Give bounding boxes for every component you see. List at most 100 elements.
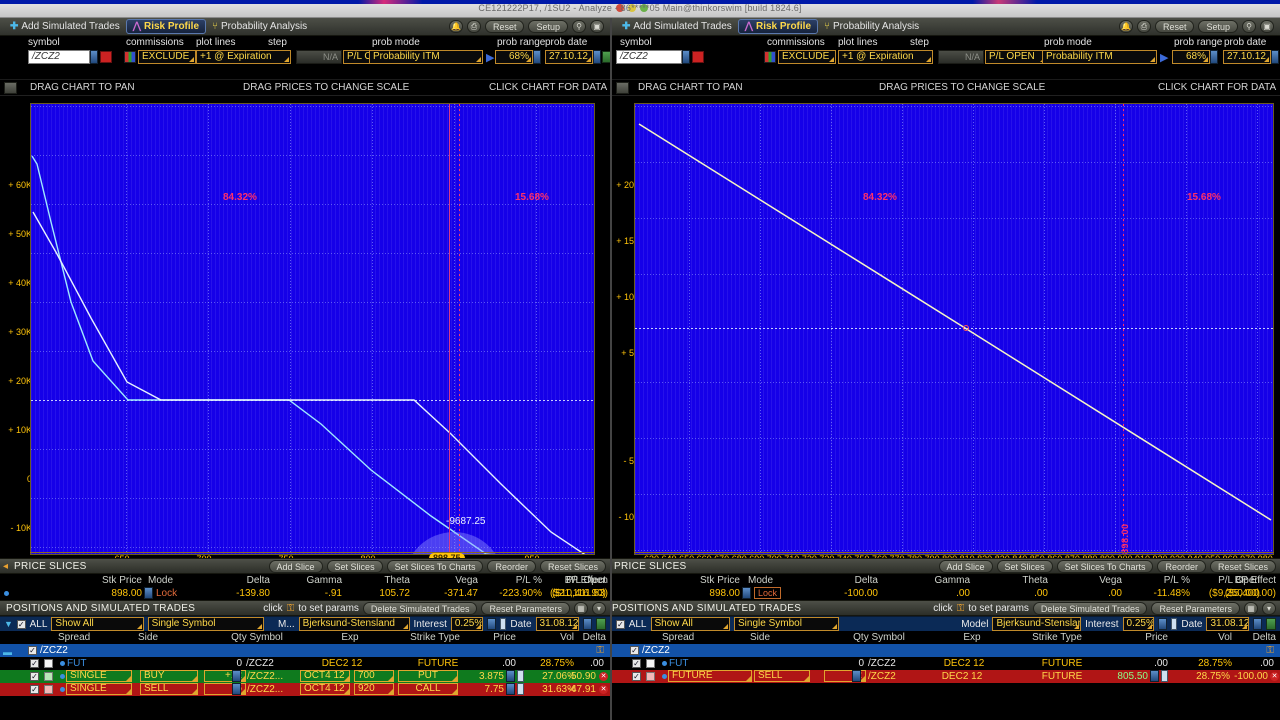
delete-simulated-trades-button[interactable]: Delete Simulated Trades: [1032, 601, 1148, 615]
stk-price-stepper[interactable]: [144, 587, 153, 599]
cell-mode[interactable]: Lock: [156, 588, 177, 599]
commissions-combo[interactable]: EXCLUDE: [778, 50, 836, 64]
row-checkbox[interactable]: ✓: [632, 672, 641, 681]
chart-settings-icon[interactable]: [4, 82, 17, 94]
setup-button[interactable]: Setup: [1198, 20, 1238, 33]
left-group-row[interactable]: ▬ ✓ /ZCZ2 ⚿: [0, 644, 610, 657]
prob-date-field[interactable]: 27.10.12: [1223, 50, 1271, 64]
left-risk-profile-chart[interactable]: + 60K + 50K + 40K + 30K + 20K + 10K 0 - …: [0, 96, 610, 619]
cell-exp[interactable]: OCT4 12: [300, 683, 350, 695]
price-cursor-line[interactable]: [449, 104, 450, 554]
bell-icon[interactable]: 🔔: [448, 20, 463, 33]
cell-price[interactable]: 7.75: [456, 684, 504, 695]
qty-stepper[interactable]: [232, 683, 241, 695]
chevron-right-icon[interactable]: ▶: [486, 51, 494, 64]
lock-icon[interactable]: [1170, 618, 1178, 630]
window-icon[interactable]: ▣: [590, 20, 604, 33]
cell-side[interactable]: BUY: [140, 670, 198, 682]
row-color-swatch[interactable]: [44, 659, 53, 668]
reorder-button[interactable]: Reorder: [487, 559, 536, 573]
chart-icon[interactable]: ▦: [1244, 601, 1258, 615]
reset-slices-button[interactable]: Reset Slices: [1209, 559, 1276, 573]
chart-icon[interactable]: ▦: [574, 601, 588, 615]
price-stepper[interactable]: [506, 683, 515, 695]
qty-stepper[interactable]: [232, 670, 241, 682]
symbol-input[interactable]: /ZCZ2: [28, 50, 90, 64]
menu-icon[interactable]: ▾: [592, 601, 606, 615]
date-stepper[interactable]: [1253, 618, 1262, 630]
model-combo[interactable]: Bjerksund-Stensland: [992, 617, 1082, 631]
prob-range-stepper[interactable]: [1210, 50, 1218, 64]
symbol-color-swatch[interactable]: [692, 51, 704, 63]
lock-icon[interactable]: [517, 670, 524, 682]
prob-range-field[interactable]: 68%: [1172, 50, 1210, 64]
price-stepper[interactable]: [1150, 670, 1159, 682]
row-checkbox[interactable]: ✓: [30, 685, 39, 694]
group-checkbox[interactable]: ✓: [630, 646, 639, 655]
tab-add-simulated-trades[interactable]: ✚ Add Simulated Trades: [4, 19, 126, 34]
window-icon[interactable]: ▣: [1260, 20, 1274, 33]
cell-price[interactable]: 3.875: [456, 671, 504, 682]
cell-stk-price[interactable]: 898.00: [82, 588, 142, 599]
left-plot-area[interactable]: 84.32% 15.68% -9687.25 898.00 31.08.12 -…: [30, 103, 595, 555]
delete-simulated-trades-button[interactable]: Delete Simulated Trades: [362, 601, 478, 615]
table-row[interactable]: ✓ SINGLE SELL -6 /ZCZ2... OCT4 12 920 CA…: [0, 683, 610, 696]
price-stepper[interactable]: [506, 670, 515, 682]
print-icon[interactable]: ⎙: [466, 20, 481, 33]
add-slice-button[interactable]: Add Slice: [268, 559, 323, 573]
reset-parameters-button[interactable]: Reset Parameters: [481, 601, 570, 615]
left-slice-data-row[interactable]: 898.00 Lock -139.80 -.91 105.72 -371.47 …: [0, 587, 610, 600]
prob-date-stepper[interactable]: [1271, 50, 1279, 64]
print-icon[interactable]: ⎙: [1136, 20, 1151, 33]
chevron-right-icon[interactable]: ▶: [1160, 51, 1168, 64]
row-color-swatch[interactable]: [44, 672, 53, 681]
set-slices-button[interactable]: Set Slices: [326, 559, 383, 573]
cell-spread[interactable]: FUTURE: [668, 670, 752, 682]
table-row[interactable]: ✓ FUT 0 /ZCZ2 DEC2 12 FUTURE .00 28.75% …: [0, 657, 610, 670]
cell-strike[interactable]: 700: [354, 670, 394, 682]
interest-field[interactable]: 0.25%: [450, 617, 484, 631]
plot-lines-combo[interactable]: +1 @ Expiration: [838, 50, 933, 64]
reset-slices-button[interactable]: Reset Slices: [539, 559, 606, 573]
set-slices-to-charts-button[interactable]: Set Slices To Charts: [1056, 559, 1154, 573]
date-field[interactable]: 31.08.12: [535, 617, 580, 631]
qty-stepper[interactable]: [852, 670, 861, 682]
row-color-swatch[interactable]: [44, 685, 53, 694]
show-all-combo[interactable]: Show All: [650, 617, 731, 631]
row-checkbox[interactable]: ✓: [30, 672, 39, 681]
right-risk-profile-chart[interactable]: + 20K + 15K + 10K + 5K 0 - 5K - 10K - 15…: [612, 96, 1280, 619]
symbol-color-swatch[interactable]: [100, 51, 112, 63]
prob-range-stepper[interactable]: [533, 50, 541, 64]
tab-risk-profile[interactable]: ⋀ Risk Profile: [737, 19, 819, 34]
commissions-color-icon[interactable]: [764, 51, 776, 63]
prob-date-field[interactable]: 27.10.12: [545, 50, 593, 64]
setup-button[interactable]: Setup: [528, 20, 568, 33]
date-field[interactable]: 31.08.12: [1206, 617, 1250, 631]
add-slice-button[interactable]: Add Slice: [938, 559, 993, 573]
cell-stk-price[interactable]: 898.00: [680, 588, 740, 599]
symbol-stepper[interactable]: [682, 50, 690, 64]
interest-stepper[interactable]: [1158, 618, 1167, 630]
cell-spread[interactable]: SINGLE: [66, 670, 132, 682]
date-stepper[interactable]: [583, 618, 592, 630]
table-row[interactable]: ✓ FUTURE SELL -2 /ZCZ2 DEC2 12 FUTURE 80…: [612, 670, 1280, 683]
set-slices-to-charts-button[interactable]: Set Slices To Charts: [386, 559, 484, 573]
cell-spread[interactable]: SINGLE: [66, 683, 132, 695]
collapse-icon[interactable]: ▼: [4, 619, 13, 629]
prob-date-stepper[interactable]: [593, 50, 601, 64]
chart-settings-icon[interactable]: [616, 82, 629, 94]
all-checkbox[interactable]: ✓: [16, 619, 26, 629]
interest-field[interactable]: 0.25%: [1122, 617, 1155, 631]
reset-button[interactable]: Reset: [1154, 20, 1195, 33]
link-icon[interactable]: ⚲: [1242, 20, 1256, 33]
commissions-combo[interactable]: EXCLUDE: [138, 50, 196, 64]
stk-price-stepper[interactable]: [742, 587, 751, 599]
lock-icon[interactable]: [499, 618, 507, 630]
plot-lines-combo[interactable]: +1 @ Expiration: [196, 50, 291, 64]
tab-probability-analysis[interactable]: ⑂ Probability Analysis: [818, 19, 925, 34]
commissions-color-icon[interactable]: [124, 51, 136, 63]
reset-button[interactable]: Reset: [484, 20, 525, 33]
delete-row-icon[interactable]: ✕: [1270, 672, 1279, 681]
table-row[interactable]: ✓ SINGLE BUY +12 /ZCZ2... OCT4 12 700 PU…: [0, 670, 610, 683]
step-combo[interactable]: P/L OPEN: [985, 50, 1047, 64]
